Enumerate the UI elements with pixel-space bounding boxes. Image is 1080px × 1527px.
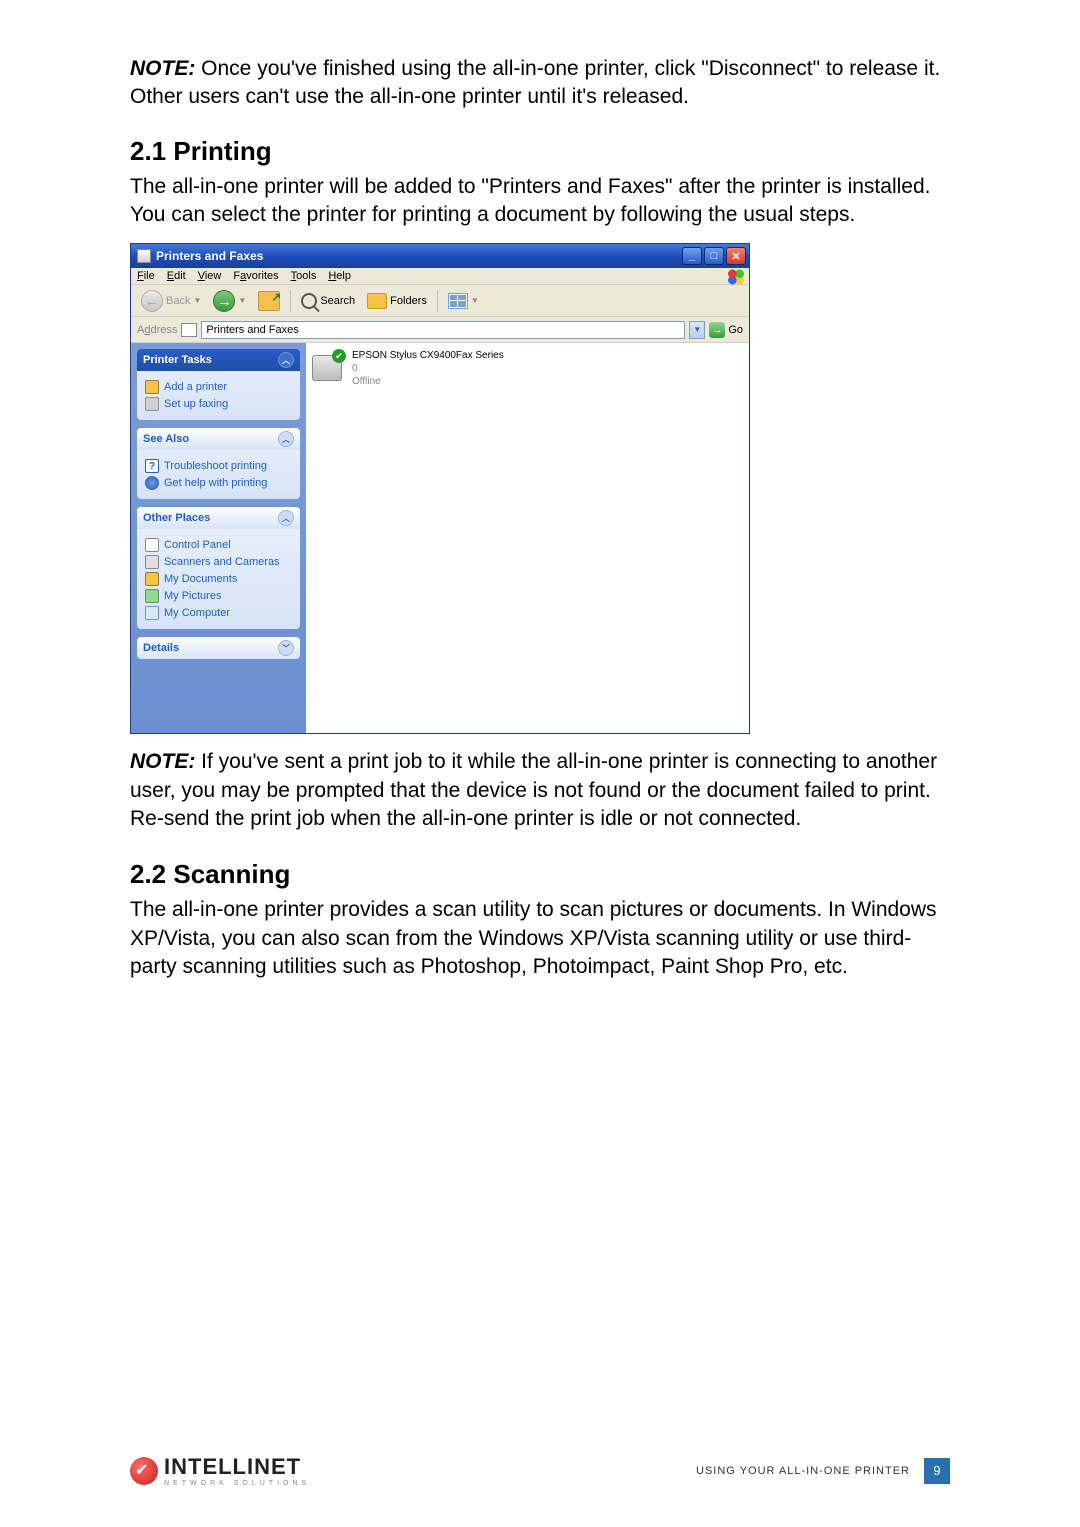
menu-tools[interactable]: Tools	[291, 270, 317, 282]
window-title: Printers and Faxes	[156, 249, 263, 263]
window-body: Printer Tasks ︿ Add a printer Set up fax…	[131, 343, 749, 733]
details-header[interactable]: Details ﹀	[137, 637, 300, 659]
control-panel-link[interactable]: Control Panel	[145, 538, 292, 552]
chevron-up-icon: ︿	[278, 431, 294, 447]
heading-printing: 2.1 Printing	[130, 136, 950, 167]
titlebar[interactable]: Printers and Faxes _ □ ✕	[131, 244, 749, 268]
forward-arrow-icon: →	[213, 290, 235, 312]
forward-dropdown-icon: ▼	[238, 296, 246, 305]
menu-view[interactable]: View	[198, 270, 222, 282]
minimize-button[interactable]: _	[682, 247, 702, 265]
other-places-header[interactable]: Other Places ︿	[137, 507, 300, 529]
my-pictures-link[interactable]: My Pictures	[145, 589, 292, 603]
brand-logo: INTELLINET NETWORK SOLUTIONS	[130, 1454, 310, 1487]
go-arrow-icon: →	[709, 322, 725, 338]
note-prefix: NOTE:	[130, 750, 195, 773]
printer-tasks-header[interactable]: Printer Tasks ︿	[137, 349, 300, 371]
views-button[interactable]: ▼	[444, 291, 483, 311]
folder-up-icon	[258, 291, 280, 311]
address-icon	[181, 323, 197, 337]
printers-window: Printers and Faxes _ □ ✕ File Edit View …	[130, 243, 750, 734]
page-number: 9	[924, 1458, 950, 1484]
printer-tasks-panel: Printer Tasks ︿ Add a printer Set up fax…	[137, 349, 300, 420]
views-dropdown-icon: ▼	[471, 296, 479, 305]
add-printer-link[interactable]: Add a printer	[145, 380, 292, 394]
menu-favorites[interactable]: Favorites	[233, 270, 278, 282]
logo-mark-icon	[130, 1457, 158, 1485]
window-icon	[137, 249, 151, 263]
toolbar-separator	[290, 290, 291, 312]
content-pane[interactable]: ✔ EPSON Stylus CX9400Fax Series 0 Offlin…	[306, 343, 749, 733]
see-also-panel: See Also ︿ ? Troubleshoot printing Get h…	[137, 428, 300, 499]
control-panel-icon	[145, 538, 159, 552]
search-icon	[301, 293, 317, 309]
intro-note: NOTE: Once you've finished using the all…	[130, 55, 950, 112]
printer-icon	[145, 380, 159, 394]
back-arrow-icon: ←	[141, 290, 163, 312]
toolbar-separator-2	[437, 290, 438, 312]
printing-note-text: If you've sent a print job to it while t…	[130, 750, 937, 830]
scanning-body: The all-in-one printer provides a scan u…	[130, 896, 950, 981]
address-dropdown[interactable]: ▼	[689, 321, 705, 339]
maximize-button[interactable]: □	[704, 247, 724, 265]
camera-icon	[145, 555, 159, 569]
page-footer: INTELLINET NETWORK SOLUTIONS USING YOUR …	[130, 1454, 950, 1487]
help-icon: ?	[145, 459, 159, 473]
folder-icon	[145, 572, 159, 586]
menu-edit[interactable]: Edit	[167, 270, 186, 282]
brand-name: INTELLINET	[164, 1454, 310, 1480]
chevron-up-icon: ︿	[278, 510, 294, 526]
windows-flag-icon	[727, 269, 745, 285]
brand-tagline: NETWORK SOLUTIONS	[164, 1480, 310, 1487]
setup-faxing-link[interactable]: Set up faxing	[145, 397, 292, 411]
chevron-down-icon: ﹀	[278, 640, 294, 656]
folders-icon	[367, 293, 387, 309]
folders-button[interactable]: Folders	[363, 291, 431, 311]
menu-help[interactable]: Help	[328, 270, 351, 282]
search-button[interactable]: Search	[297, 291, 359, 311]
menubar: File Edit View Favorites Tools Help	[131, 268, 749, 285]
printer-label: EPSON Stylus CX9400Fax Series 0 Offline	[352, 349, 504, 388]
address-field[interactable]: Printers and Faxes	[201, 321, 685, 339]
footer-section-label: USING YOUR ALL-IN-ONE PRINTER	[696, 1465, 910, 1477]
back-button[interactable]: ← Back ▼	[137, 288, 205, 314]
my-computer-link[interactable]: My Computer	[145, 606, 292, 620]
printing-note: NOTE: If you've sent a print job to it w…	[130, 748, 950, 833]
globe-icon	[145, 476, 159, 490]
get-help-link[interactable]: Get help with printing	[145, 476, 292, 490]
forward-button[interactable]: → ▼	[209, 288, 250, 314]
printing-body: The all-in-one printer will be added to …	[130, 173, 950, 230]
back-dropdown-icon: ▼	[193, 296, 201, 305]
default-check-icon: ✔	[332, 349, 346, 363]
fax-icon	[145, 397, 159, 411]
other-places-panel: Other Places ︿ Control Panel Scanners an…	[137, 507, 300, 629]
go-button[interactable]: → Go	[709, 322, 743, 338]
toolbar: ← Back ▼ → ▼ Search Folders ▼	[131, 285, 749, 317]
scanners-link[interactable]: Scanners and Cameras	[145, 555, 292, 569]
printer-item[interactable]: ✔ EPSON Stylus CX9400Fax Series 0 Offlin…	[312, 349, 743, 388]
my-documents-link[interactable]: My Documents	[145, 572, 292, 586]
close-button[interactable]: ✕	[726, 247, 746, 265]
pictures-icon	[145, 589, 159, 603]
details-panel: Details ﹀	[137, 637, 300, 659]
sidebar: Printer Tasks ︿ Add a printer Set up fax…	[131, 343, 306, 733]
views-icon	[448, 293, 468, 309]
computer-icon	[145, 606, 159, 620]
see-also-header[interactable]: See Also ︿	[137, 428, 300, 450]
address-label: Address	[137, 324, 177, 336]
chevron-up-icon: ︿	[278, 352, 294, 368]
note-prefix: NOTE:	[130, 57, 195, 80]
heading-scanning: 2.2 Scanning	[130, 859, 950, 890]
address-bar: Address Printers and Faxes ▼ → Go	[131, 317, 749, 343]
up-button[interactable]	[254, 289, 284, 313]
intro-text: Once you've finished using the all-in-on…	[130, 57, 940, 108]
menu-file[interactable]: File	[137, 270, 155, 282]
troubleshoot-link[interactable]: ? Troubleshoot printing	[145, 459, 292, 473]
